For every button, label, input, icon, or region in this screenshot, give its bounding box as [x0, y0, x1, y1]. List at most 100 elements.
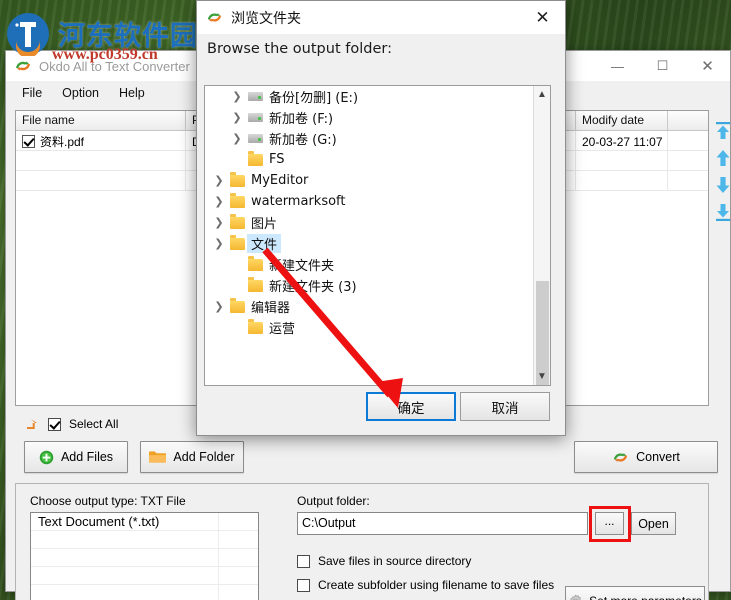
file-name-text: 资料.pdf	[40, 135, 85, 149]
set-more-parameters-button[interactable]: Set more parameters	[565, 586, 705, 600]
browse-folder-dialog: 浏览文件夹 ✕ Browse the output folder: ❯ 备份[勿删…	[196, 0, 566, 436]
chevron-down-icon[interactable]: ▼	[534, 368, 550, 385]
tree-item-label: 图片	[251, 217, 278, 232]
move-up-icon[interactable]	[714, 148, 731, 168]
maximize-button[interactable]: ☐	[640, 51, 685, 81]
folder-icon	[227, 213, 247, 229]
app-title: Okdo All to Text Converter	[39, 58, 190, 74]
cell-empty	[668, 151, 708, 170]
save-in-source-label: Save files in source directory	[318, 554, 472, 568]
convert-arrows-icon	[16, 61, 30, 71]
minimize-button[interactable]: —	[595, 51, 640, 81]
tree-item-0[interactable]: ❯ 备份[勿删] (E:)	[205, 86, 533, 107]
tree-item-1[interactable]: ❯ 新加卷 (F:)	[205, 107, 533, 128]
tree-item-4[interactable]: ❯ MyEditor	[205, 170, 533, 191]
menu-option[interactable]: Option	[52, 84, 109, 102]
chevron-up-icon[interactable]: ▲	[534, 86, 550, 103]
output-type-item-label: Text Document (*.txt)	[38, 514, 160, 529]
chevron-right-icon[interactable]: ❯	[211, 216, 227, 229]
cell-modify-date: 20-03-27 11:07	[576, 131, 668, 150]
cell-file-name: 资料.pdf	[16, 131, 186, 150]
folder-icon	[227, 192, 247, 208]
window-controls: — ☐ ✕	[595, 51, 730, 81]
tree-item-3[interactable]: FS	[205, 149, 533, 170]
tree-item-5[interactable]: ❯ watermarksoft	[205, 191, 533, 212]
cell-empty	[668, 171, 708, 190]
row-checkbox[interactable]	[22, 135, 35, 148]
tree-item-7[interactable]: ❯ 文件	[205, 233, 533, 254]
tree-item-label: 新加卷 (G:)	[269, 133, 337, 148]
list-item-empty	[31, 531, 258, 549]
cell-empty	[16, 151, 186, 170]
tree-item-9[interactable]: 新建文件夹 (3)	[205, 275, 533, 296]
chevron-right-icon[interactable]: ❯	[211, 195, 227, 208]
output-type-list[interactable]: Text Document (*.txt)	[30, 512, 259, 600]
cell-empty	[576, 151, 668, 170]
chevron-right-icon[interactable]: ❯	[229, 90, 245, 103]
column-header-file-name[interactable]: File name	[16, 111, 186, 130]
add-files-button[interactable]: Add Files	[24, 441, 128, 473]
select-all-row: Select All	[24, 416, 118, 432]
convert-label: Convert	[636, 450, 680, 464]
folder-icon	[245, 276, 265, 292]
tree-item-11[interactable]: 运营	[205, 317, 533, 338]
list-item[interactable]: Text Document (*.txt)	[31, 513, 258, 531]
tree-item-label: FS	[269, 152, 285, 167]
tree-item-label: watermarksoft	[251, 194, 346, 209]
output-folder-label: Output folder:	[297, 494, 370, 508]
folder-icon	[227, 297, 247, 313]
open-folder-button[interactable]: Open	[631, 512, 676, 535]
tree-item-label: 编辑器	[251, 301, 291, 316]
create-subfolder-row: Create subfolder using filename to save …	[297, 578, 554, 592]
menu-file[interactable]: File	[12, 84, 52, 102]
dialog-close-icon[interactable]: ✕	[520, 1, 565, 34]
cell-empty	[576, 171, 668, 190]
convert-arrows-icon	[613, 452, 628, 462]
move-down-icon[interactable]	[714, 175, 731, 195]
orange-folder-icon	[149, 451, 167, 463]
folder-tree-scrollbar[interactable]: ▲ ▼	[533, 86, 550, 385]
folder-icon	[227, 171, 247, 187]
dialog-titlebar: 浏览文件夹 ✕	[197, 1, 565, 34]
list-item-empty	[31, 585, 258, 600]
select-all-checkbox[interactable]	[48, 417, 61, 431]
output-folder-input[interactable]: C:\Output	[297, 512, 588, 535]
move-to-bottom-icon[interactable]	[714, 202, 731, 222]
output-type-item-extra	[218, 513, 258, 530]
folder-tree[interactable]: ❯ 备份[勿删] (E:) ❯ 新加卷 (F:) ❯ 新加卷 (G:) FS ❯ MyEdito…	[204, 85, 551, 386]
move-to-top-icon[interactable]	[714, 121, 731, 141]
set-more-parameters-label: Set more parameters	[589, 594, 702, 600]
tree-item-label: 备份[勿删] (E:)	[269, 91, 359, 106]
column-header-extra[interactable]	[668, 111, 708, 130]
add-folder-button[interactable]: Add Folder	[140, 441, 244, 473]
cell-empty	[16, 171, 186, 190]
chevron-right-icon[interactable]: ❯	[211, 174, 227, 187]
add-folder-label: Add Folder	[173, 450, 235, 464]
chevron-right-icon[interactable]: ❯	[229, 111, 245, 124]
dialog-ok-button[interactable]: 确定	[366, 392, 456, 421]
tree-item-6[interactable]: ❯ 图片	[205, 212, 533, 233]
folder-tree-rows: ❯ 备份[勿删] (E:) ❯ 新加卷 (F:) ❯ 新加卷 (G:) FS ❯ MyEdito…	[205, 86, 533, 385]
create-subfolder-checkbox[interactable]	[297, 578, 310, 592]
convert-button[interactable]: Convert	[574, 441, 718, 473]
chevron-right-icon[interactable]: ❯	[229, 132, 245, 145]
chevron-right-icon[interactable]: ❯	[211, 300, 227, 313]
tree-item-label: MyEditor	[251, 173, 309, 188]
dialog-cancel-button[interactable]: 取消	[460, 392, 550, 421]
folder-icon	[245, 318, 265, 334]
chevron-right-icon[interactable]: ❯	[211, 237, 227, 250]
drive-icon	[245, 134, 265, 143]
browse-folder-button[interactable]: ...	[595, 512, 624, 535]
save-in-source-checkbox[interactable]	[297, 554, 310, 568]
column-header-modify-date[interactable]: Modify date	[576, 111, 668, 130]
folder-icon	[227, 234, 247, 250]
tree-item-2[interactable]: ❯ 新加卷 (G:)	[205, 128, 533, 149]
menu-help[interactable]: Help	[109, 84, 155, 102]
save-in-source-row: Save files in source directory	[297, 554, 471, 568]
move-up-orange-icon[interactable]	[24, 416, 40, 432]
tree-item-8[interactable]: 新建文件夹	[205, 254, 533, 275]
select-all-label: Select All	[69, 417, 119, 431]
tree-item-10[interactable]: ❯ 编辑器	[205, 296, 533, 317]
create-subfolder-label: Create subfolder using filename to save …	[318, 578, 555, 592]
close-button[interactable]: ✕	[685, 51, 730, 81]
